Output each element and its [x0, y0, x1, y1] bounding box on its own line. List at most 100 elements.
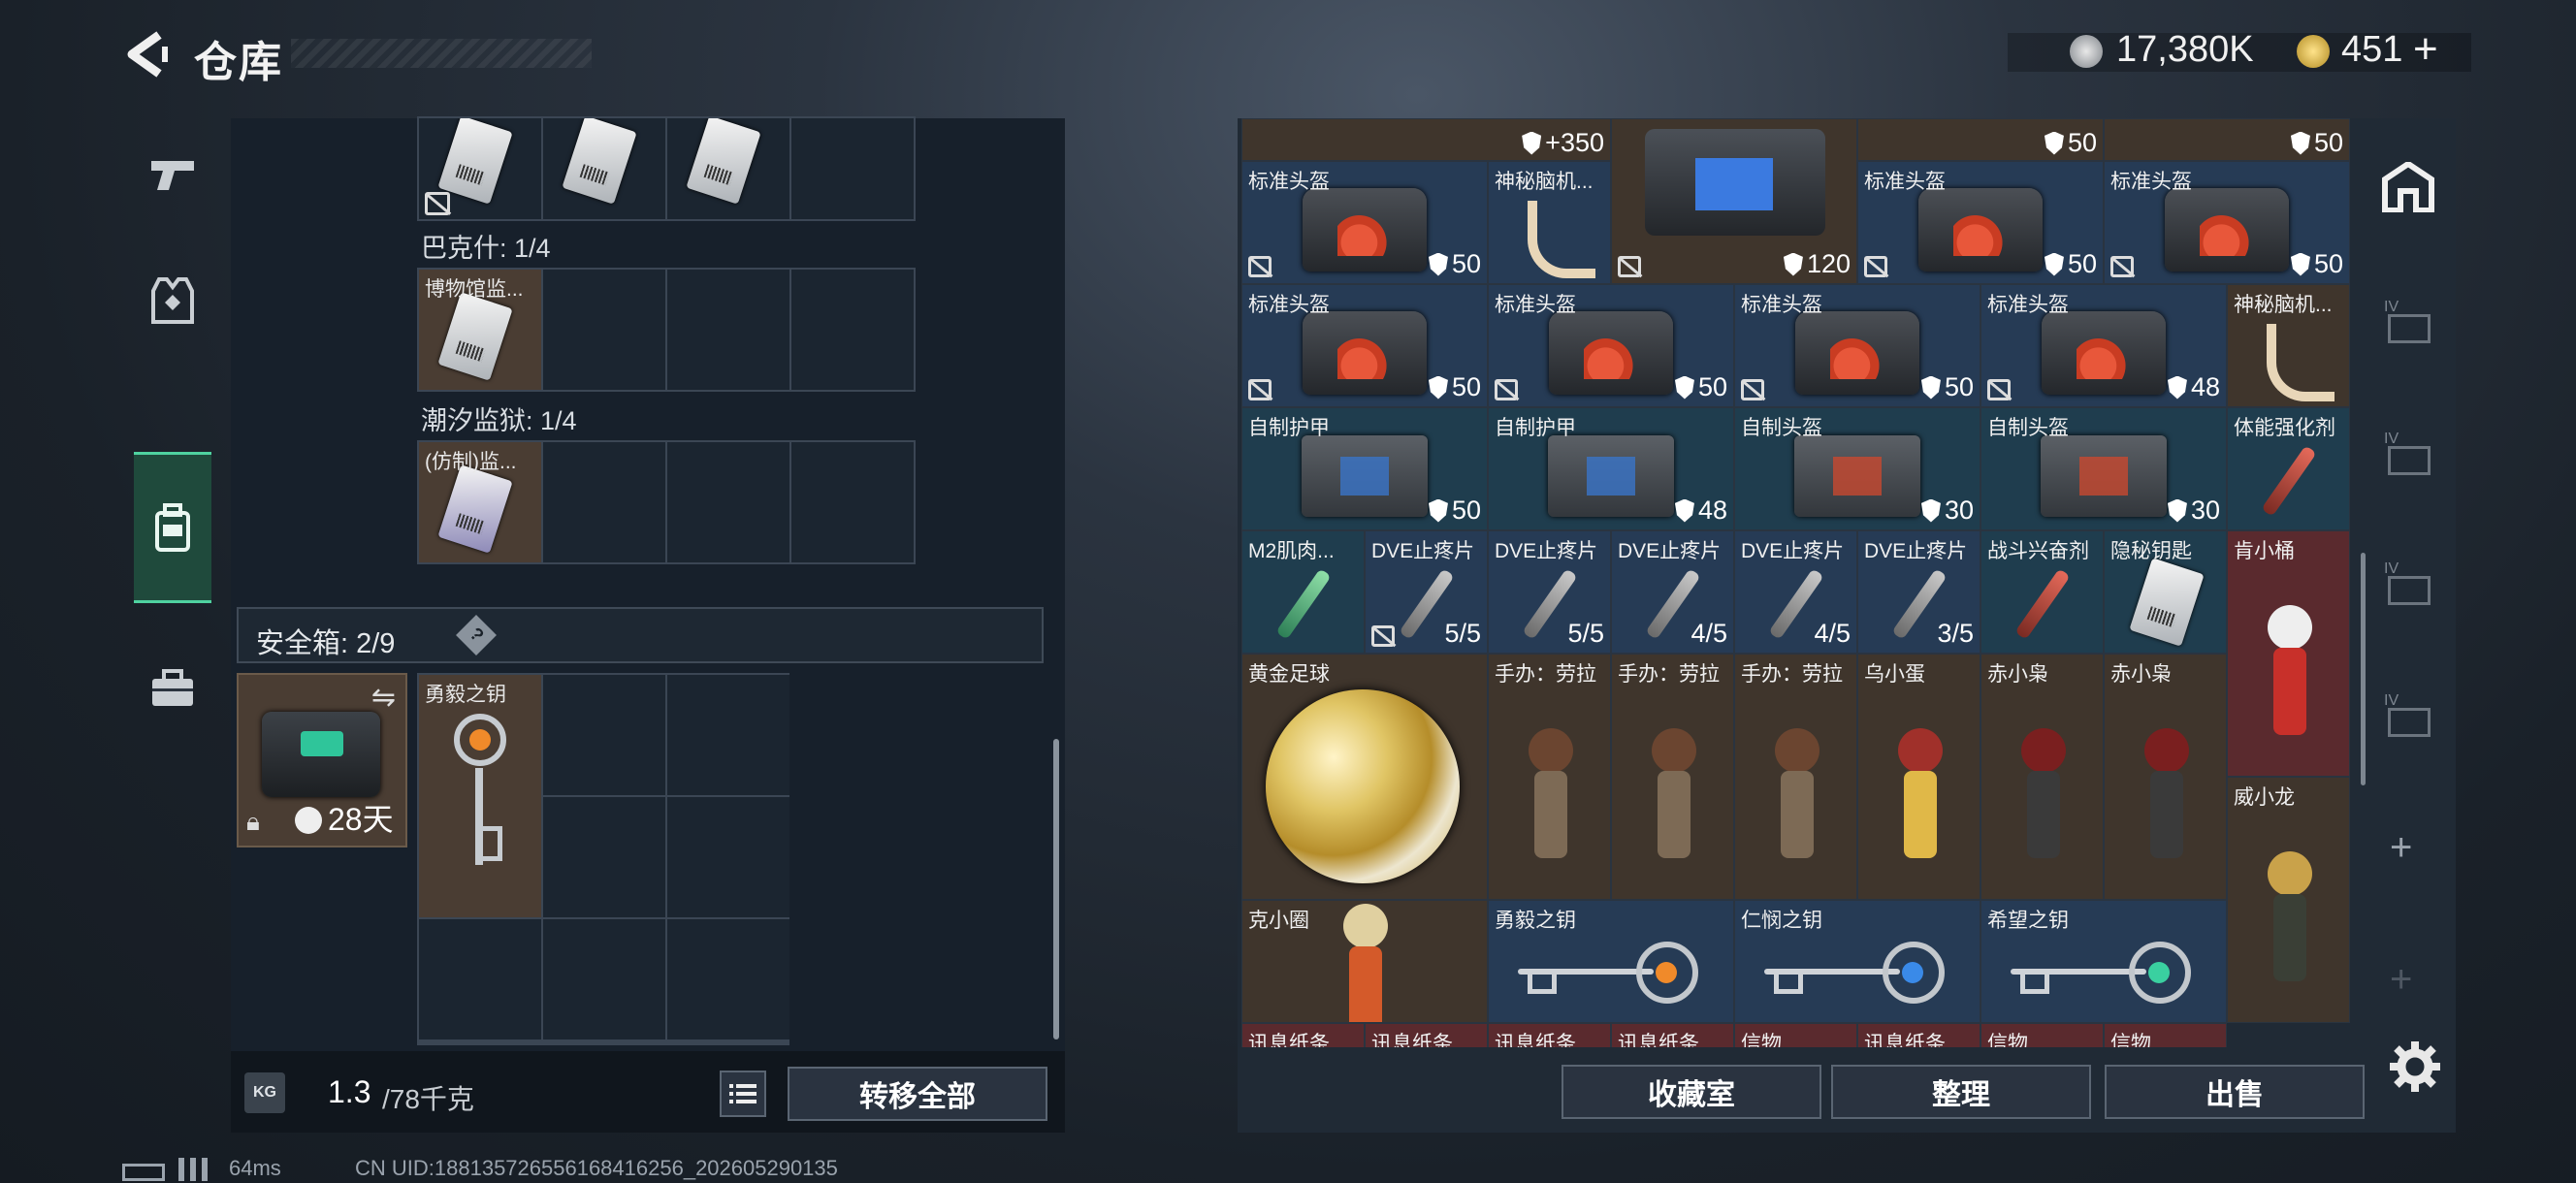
item-value-text: 30 [2190, 496, 2220, 525]
figurine-icon [1336, 903, 1394, 1022]
stash-tab-iv-2[interactable]: IV [2384, 431, 2436, 479]
grid-slot-empty[interactable] [667, 442, 789, 562]
stash-item-slot[interactable]: 希望之钥 [1980, 900, 2227, 1023]
safe-box-label: 安全箱: 2/9 [256, 628, 396, 659]
item-name: 标准头盔 [1248, 294, 1330, 316]
stash-tab-home[interactable] [2374, 153, 2442, 221]
stash-item-slot[interactable]: M2肌肉... [1241, 530, 1365, 654]
stash-item-slot[interactable]: 标准头盔 50 [1857, 161, 2104, 284]
stash-item-slot[interactable]: 克小圈 [1241, 900, 1488, 1023]
stash-tab-iv-1[interactable]: IV [2384, 299, 2436, 347]
transfer-all-button[interactable]: 转移全部 [788, 1067, 1047, 1121]
add-stash-button[interactable]: + [2390, 826, 2412, 870]
stash-item-slot[interactable]: 信物 [2104, 1023, 2227, 1047]
stash-tab-iv-4[interactable]: IV [2384, 692, 2436, 741]
grid-slot-empty[interactable] [667, 675, 789, 795]
grid-slot-empty[interactable] [543, 442, 665, 562]
stash-item-slot[interactable]: 赤小枭 [2104, 654, 2227, 900]
stash-item-slot[interactable]: 自制护甲 48 [1488, 407, 1734, 530]
stash-item-slot[interactable]: 手办：劳拉 [1488, 654, 1611, 900]
nav-briefcase[interactable] [134, 630, 211, 747]
stash-item-slot[interactable]: 讯息纸条 [1611, 1023, 1734, 1047]
back-button[interactable] [120, 29, 175, 80]
stash-item-slot[interactable]: 120 [1611, 118, 1857, 284]
stash-item-slot[interactable]: 乌小蛋 [1857, 654, 1980, 900]
grid-slot-item[interactable] [419, 118, 541, 219]
nav-backpack[interactable] [134, 452, 211, 603]
collection-room-button[interactable]: 收藏室 [1562, 1065, 1821, 1119]
swap-icon[interactable]: ⇋ [371, 681, 396, 715]
stash-item-slot[interactable]: DVE止疼片 4/5 [1734, 530, 1857, 654]
stash-item-slot[interactable]: 标准头盔 48 [1980, 284, 2227, 407]
stash-item-slot[interactable]: 肯小桶 [2227, 530, 2350, 777]
stash-item-slot[interactable]: 标准头盔 50 [2104, 161, 2350, 284]
stash-slot-partial[interactable]: +350 [1241, 118, 1611, 161]
stash-item-slot[interactable]: 勇毅之钥 [1488, 900, 1734, 1023]
stash-item-slot[interactable]: 黄金足球 [1241, 654, 1488, 900]
sell-button[interactable]: 出售 [2105, 1065, 2365, 1119]
stash-item-slot[interactable]: 标准头盔 50 [1241, 284, 1488, 407]
stash-item-slot[interactable]: 隐秘钥匙 [2104, 530, 2227, 654]
stash-item-slot[interactable]: 讯息纸条 [1241, 1023, 1365, 1047]
stash-item-slot[interactable]: 讯息纸条 [1857, 1023, 1980, 1047]
stash-item-slot[interactable]: 手办：劳拉 [1734, 654, 1857, 900]
stash-item-slot[interactable]: 神秘脑机... [1488, 161, 1611, 284]
stash-item-slot[interactable]: 手办：劳拉 [1611, 654, 1734, 900]
safe-box-card[interactable]: ⇋ 🔒︎ 28天 [237, 673, 407, 847]
stash-tab-iv-3[interactable]: IV [2384, 560, 2436, 609]
stash-item-slot[interactable]: 讯息纸条 [1488, 1023, 1611, 1047]
nav-vest[interactable] [134, 242, 211, 359]
nav-weapon[interactable] [134, 116, 211, 233]
grid-slot-item[interactable]: 勇毅之钥 [419, 675, 541, 917]
stash-item-slot[interactable]: 信物 [1980, 1023, 2104, 1047]
stash-item-slot[interactable]: 体能强化剂 [2227, 407, 2350, 530]
grid-slot-empty[interactable] [543, 797, 665, 917]
stash-item-slot[interactable]: 标准头盔 50 [1734, 284, 1980, 407]
side-scrollbar[interactable] [2361, 553, 2366, 785]
settings-button[interactable] [2388, 1039, 2442, 1094]
stash-item-slot[interactable]: DVE止疼片 3/5 [1857, 530, 1980, 654]
stash-slot-partial[interactable]: 50 [1857, 118, 2104, 161]
item-value: 50 [1428, 496, 1481, 526]
add-stash-button[interactable]: + [2390, 958, 2412, 1002]
shield-icon [2290, 252, 2310, 276]
stash-slot-partial[interactable]: 50 [2104, 118, 2350, 161]
grid-slot-empty[interactable] [543, 270, 665, 390]
cable-icon [2267, 324, 2334, 401]
scrollbar[interactable] [1053, 739, 1059, 1039]
grid-slot-item[interactable]: (仿制)监... [419, 442, 541, 562]
grid-slot-empty[interactable] [667, 797, 789, 917]
grid-slot-empty[interactable] [667, 270, 789, 390]
grid-slot-empty[interactable] [791, 270, 914, 390]
grid-slot-empty[interactable] [791, 442, 914, 562]
list-view-button[interactable] [720, 1071, 766, 1117]
stash-item-slot[interactable]: 赤小枭 [1980, 654, 2104, 900]
stash-item-slot[interactable]: DVE止疼片 5/5 [1488, 530, 1611, 654]
grid-slot-empty[interactable] [791, 118, 914, 219]
grid-slot-empty[interactable] [667, 919, 789, 1039]
stash-item-slot[interactable]: 标准头盔 50 [1488, 284, 1734, 407]
stash-item-slot[interactable]: 自制头盔 30 [1734, 407, 1980, 530]
stash-item-slot[interactable]: 仁悯之钥 [1734, 900, 1980, 1023]
stash-item-slot[interactable]: 信物 [1734, 1023, 1857, 1047]
grid-slot-item[interactable] [667, 118, 789, 219]
add-currency-button[interactable]: + [2413, 25, 2438, 74]
grid-slot-item[interactable]: 博物馆监... [419, 270, 541, 390]
stash-item-slot[interactable]: 标准头盔 50 [1241, 161, 1488, 284]
sort-button[interactable]: 整理 [1831, 1065, 2091, 1119]
stash-item-slot[interactable]: 自制护甲 50 [1241, 407, 1488, 530]
tab-level-label: IV [2384, 560, 2399, 577]
grid-slot-empty[interactable] [543, 919, 665, 1039]
stash-item-slot[interactable]: 自制头盔 30 [1980, 407, 2227, 530]
item-name: 手办：劳拉 [1741, 663, 1843, 686]
stash-item-slot[interactable]: DVE止疼片 5/5 [1365, 530, 1488, 654]
stash-item-slot[interactable]: 战斗兴奋剂 [1980, 530, 2104, 654]
stash-item-slot[interactable]: DVE止疼片 4/5 [1611, 530, 1734, 654]
stash-item-slot[interactable]: 威小龙 [2227, 777, 2350, 1023]
stash-item-slot[interactable]: 神秘脑机... [2227, 284, 2350, 407]
help-button[interactable]: ? [456, 615, 497, 655]
grid-slot-item[interactable] [543, 118, 665, 219]
grid-slot-empty[interactable] [543, 675, 665, 795]
grid-slot-empty[interactable] [419, 919, 541, 1039]
stash-item-slot[interactable]: 讯息纸条 [1365, 1023, 1488, 1047]
